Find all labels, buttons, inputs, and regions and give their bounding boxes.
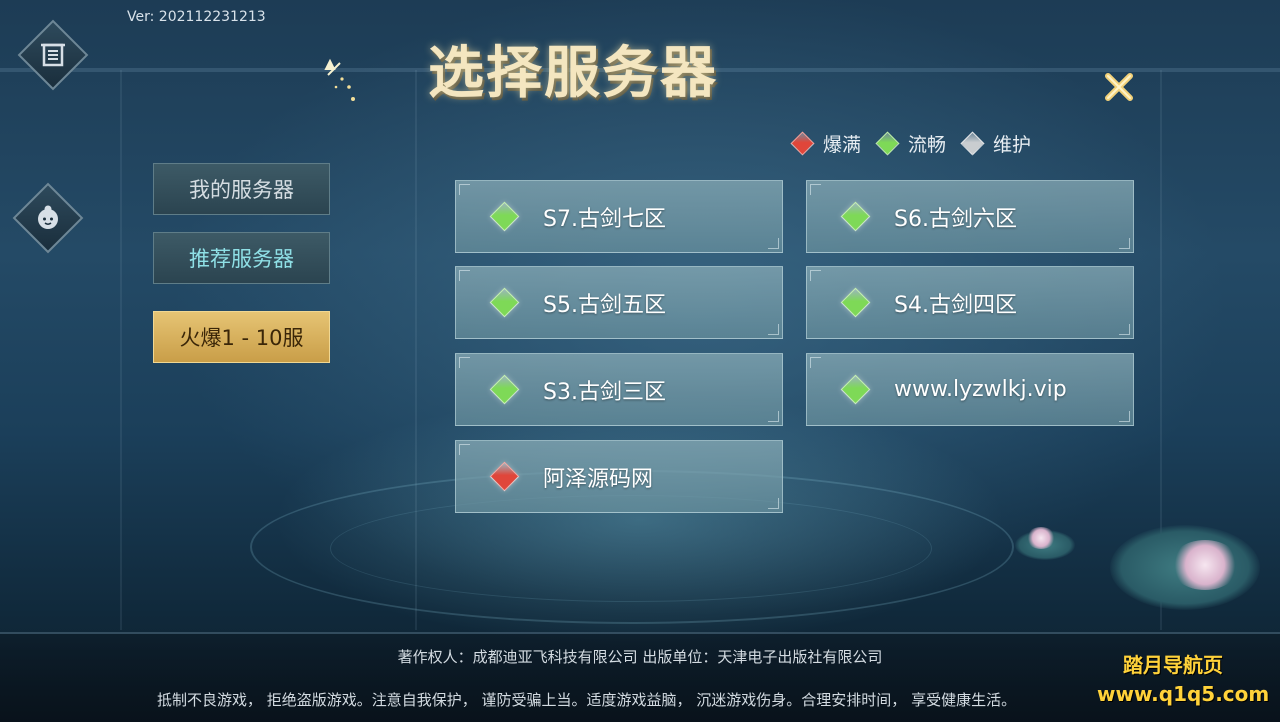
pillar (120, 70, 122, 630)
legend-item-smooth: 流畅 (875, 130, 946, 157)
lotus-flower (1026, 527, 1056, 549)
legend-label: 维护 (993, 134, 1032, 156)
status-legend: 爆满 流畅 维护 (790, 130, 1045, 157)
legend-label: 流畅 (908, 134, 947, 156)
server-name: S3.古剑三区 (543, 379, 666, 405)
server-button[interactable]: S7.古剑七区 (455, 180, 783, 253)
footer-divider (0, 632, 1280, 634)
tab-label: 我的服务器 (189, 178, 294, 202)
tab-my-servers[interactable]: 我的服务器 (153, 163, 330, 215)
avatar-button[interactable] (12, 182, 84, 254)
tab-label: 推荐服务器 (189, 247, 294, 271)
tab-label: 火爆1 - 10服 (179, 326, 304, 350)
server-button[interactable]: S3.古剑三区 (455, 353, 783, 426)
close-button[interactable] (1102, 70, 1136, 104)
status-diamond-icon (875, 131, 900, 156)
status-diamond-icon (840, 287, 871, 318)
watermark-url: www.q1q5.com (1097, 682, 1270, 706)
server-button[interactable]: www.lyzwlkj.vip (806, 353, 1134, 426)
server-name: S7.古剑七区 (543, 206, 666, 232)
avatar-icon (25, 195, 71, 241)
server-name: S5.古剑五区 (543, 292, 666, 318)
sparkle-icon (324, 58, 355, 101)
status-diamond-icon (489, 374, 520, 405)
server-button[interactable]: 阿泽源码网 (455, 440, 783, 513)
status-diamond-icon (489, 201, 520, 232)
server-name: S4.古剑四区 (894, 292, 1017, 318)
status-diamond-icon (840, 201, 871, 232)
legend-label: 爆满 (823, 134, 862, 156)
notice-icon (30, 32, 76, 78)
legend-item-maintenance: 维护 (960, 130, 1031, 157)
legend-item-full: 爆满 (790, 130, 861, 157)
notice-button[interactable] (17, 19, 89, 91)
tab-recommended-servers[interactable]: 推荐服务器 (153, 232, 330, 284)
close-x-icon (1105, 73, 1133, 101)
health-notice-text: 抵制不良游戏， 拒绝盗版游戏。注意自我保护， 谨防受骗上当。适度游戏益脑， 沉迷… (157, 691, 1017, 709)
watermark-title: 踏月导航页 (1123, 653, 1223, 677)
game-screen: Ver: 202112231213 选择服务器 爆满 流畅 维护 我的服务器 推… (0, 0, 1280, 722)
copyright-text: 著作权人：成都迪亚飞科技有限公司 出版单位：天津电子出版社有限公司 (397, 648, 883, 666)
status-diamond-icon (489, 287, 520, 318)
server-name: S6.古剑六区 (894, 206, 1017, 232)
server-name: 阿泽源码网 (543, 466, 654, 492)
tab-hot-servers[interactable]: 火爆1 - 10服 (153, 311, 330, 363)
server-name: www.lyzwlkj.vip (894, 377, 1067, 402)
status-diamond-icon (960, 131, 985, 156)
lotus-flower (1170, 540, 1240, 590)
page-title: 选择服务器 (428, 40, 718, 106)
status-diamond-icon (489, 461, 520, 492)
status-diamond-icon (790, 131, 815, 156)
version-label: Ver: 202112231213 (127, 9, 266, 25)
server-button[interactable]: S4.古剑四区 (806, 266, 1134, 339)
server-button[interactable]: S5.古剑五区 (455, 266, 783, 339)
status-diamond-icon (840, 374, 871, 405)
server-button[interactable]: S6.古剑六区 (806, 180, 1134, 253)
